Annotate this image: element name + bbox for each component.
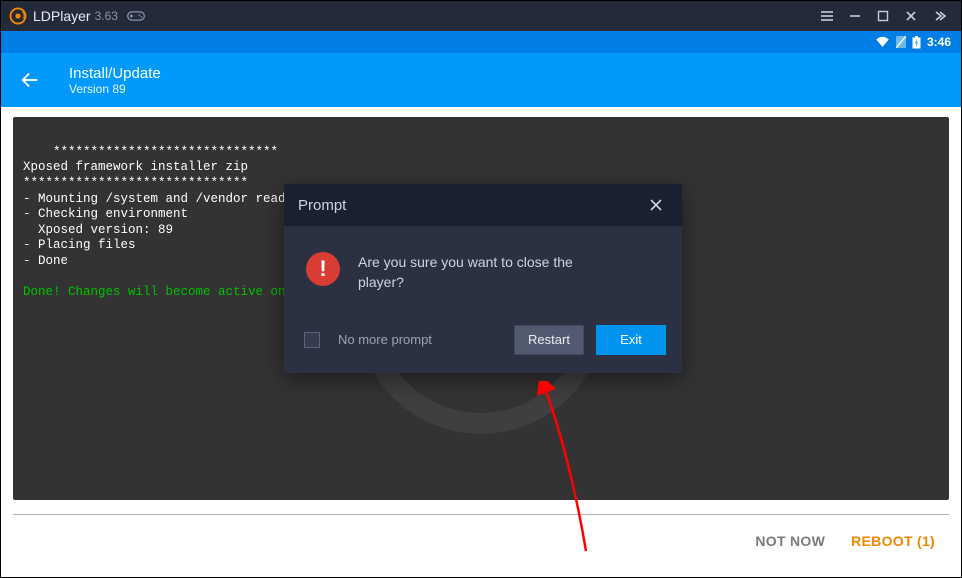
alert-icon: !	[306, 252, 340, 286]
bottom-bar: NOT NOW REBOOT (1)	[1, 515, 961, 549]
terminal-line: ******************************	[53, 145, 278, 159]
page-title: Install/Update	[69, 65, 161, 82]
status-time: 3:46	[927, 35, 951, 49]
no-more-prompt-label: No more prompt	[338, 332, 432, 347]
controller-icon	[126, 9, 146, 23]
android-status-bar: 3:46	[1, 31, 961, 53]
wifi-icon	[875, 36, 890, 48]
page-subtitle: Version 89	[69, 82, 161, 96]
app-name: LDPlayer	[33, 8, 91, 24]
titlebar: LDPlayer 3.63	[1, 1, 961, 31]
exit-button[interactable]: Exit	[596, 325, 666, 355]
no-more-prompt-checkbox[interactable]	[304, 332, 320, 348]
terminal-line: ******************************	[23, 176, 248, 190]
prompt-dialog: Prompt ! Are you sure you want to close …	[284, 184, 682, 373]
terminal-line: Xposed version: 89	[23, 223, 173, 237]
dialog-footer: No more prompt Restart Exit	[284, 313, 682, 373]
battery-icon	[912, 36, 921, 49]
menu-icon[interactable]	[813, 2, 841, 30]
reboot-button[interactable]: REBOOT (1)	[851, 533, 935, 549]
sim-icon	[896, 36, 906, 48]
ldplayer-logo-icon	[9, 7, 27, 25]
terminal-line: Xposed framework installer zip	[23, 160, 248, 174]
dialog-message: Are you sure you want to close the playe…	[358, 252, 618, 293]
back-arrow-icon[interactable]	[19, 69, 41, 91]
close-icon[interactable]	[897, 2, 925, 30]
dialog-title: Prompt	[298, 197, 346, 214]
dialog-body: ! Are you sure you want to close the pla…	[284, 226, 682, 313]
expand-icon[interactable]	[925, 2, 953, 30]
dialog-close-icon[interactable]	[644, 193, 668, 217]
minimize-icon[interactable]	[841, 2, 869, 30]
terminal-line: - Placing files	[23, 238, 136, 252]
maximize-icon[interactable]	[869, 2, 897, 30]
terminal-line: - Checking environment	[23, 207, 188, 221]
not-now-button[interactable]: NOT NOW	[755, 533, 825, 549]
terminal-line: - Done	[23, 254, 68, 268]
app-header: Install/Update Version 89	[1, 53, 961, 107]
restart-button[interactable]: Restart	[514, 325, 584, 355]
dialog-header: Prompt	[284, 184, 682, 226]
app-version: 3.63	[95, 9, 118, 23]
